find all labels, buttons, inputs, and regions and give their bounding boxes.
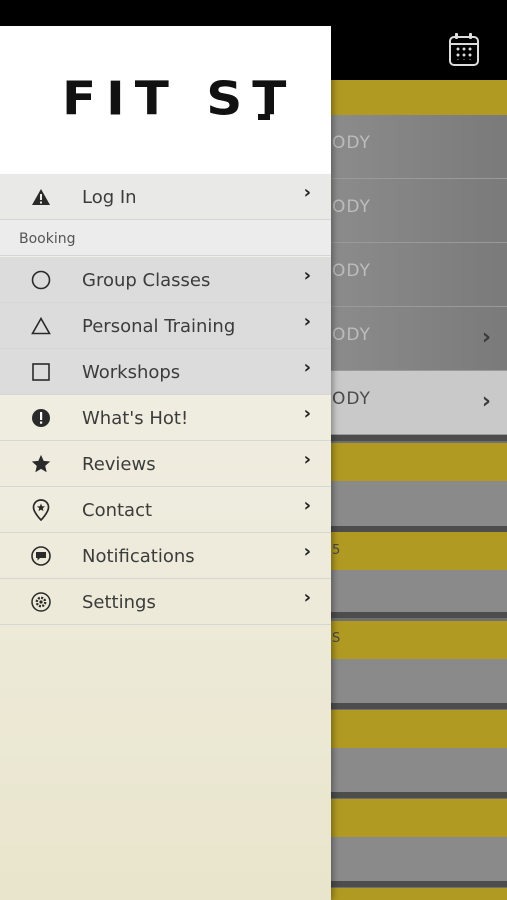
warning-icon (30, 186, 52, 208)
chat-bubble-icon (30, 545, 52, 567)
exclamation-circle-icon (30, 407, 52, 429)
row-title: ODY (332, 197, 371, 217)
menu-item-label: Notifications (82, 546, 195, 567)
navigation-drawer: FIT ST Log In › Booking Group Classes › … (0, 26, 331, 900)
menu-item-label: What's Hot! (82, 408, 189, 429)
row-title: ODY (332, 325, 371, 345)
menu-item-log-in[interactable]: Log In › (0, 174, 331, 220)
menu-item-personal-training[interactable]: Personal Training › (0, 303, 331, 349)
menu-item-contact[interactable]: Contact › (0, 487, 331, 533)
logo-mark (258, 114, 270, 120)
row-title: ODY (332, 133, 371, 153)
gear-icon (30, 591, 52, 613)
status-bar (0, 0, 507, 26)
menu-item-label: Contact (82, 500, 153, 521)
menu-item-notifications[interactable]: Notifications › (0, 533, 331, 579)
drawer-header: FIT ST (0, 26, 331, 174)
menu-item-label: Workshops (82, 362, 181, 383)
menu-item-label: Personal Training (82, 316, 236, 337)
menu-item-workshops[interactable]: Workshops › (0, 349, 331, 395)
circle-outline-icon (30, 269, 52, 291)
stripe-text: 5 (332, 543, 341, 558)
row-title: ODY (332, 261, 371, 281)
chevron-right-icon: › (303, 182, 311, 203)
chevron-right-icon: › (303, 541, 311, 562)
chevron-right-icon: › (303, 449, 311, 470)
triangle-outline-icon (30, 315, 52, 337)
menu-item-label: Group Classes (82, 270, 211, 291)
star-icon (30, 453, 52, 475)
section-header-booking: Booking (0, 220, 331, 256)
menu-item-label: Log In (82, 187, 137, 208)
stripe-text: S (332, 631, 341, 646)
row-title: ODY (332, 389, 371, 409)
chevron-right-icon: › (303, 311, 311, 332)
menu-item-group-classes[interactable]: Group Classes › (0, 257, 331, 303)
location-pin-icon (30, 499, 52, 521)
square-outline-icon (30, 361, 52, 383)
calendar-icon[interactable] (449, 33, 479, 66)
chevron-right-icon: › (303, 587, 311, 608)
chevron-right-icon: › (303, 265, 311, 286)
chevron-right-icon: › (481, 325, 491, 350)
menu-item-reviews[interactable]: Reviews › (0, 441, 331, 487)
chevron-right-icon: › (303, 403, 311, 424)
menu-item-label: Settings (82, 592, 156, 613)
chevron-right-icon: › (481, 389, 491, 414)
menu-item-whats-hot[interactable]: What's Hot! › (0, 395, 331, 441)
section-label: Booking (19, 231, 76, 247)
menu-item-settings[interactable]: Settings › (0, 579, 331, 625)
chevron-right-icon: › (303, 495, 311, 516)
menu-item-label: Reviews (82, 454, 156, 475)
chevron-right-icon: › (303, 357, 311, 378)
